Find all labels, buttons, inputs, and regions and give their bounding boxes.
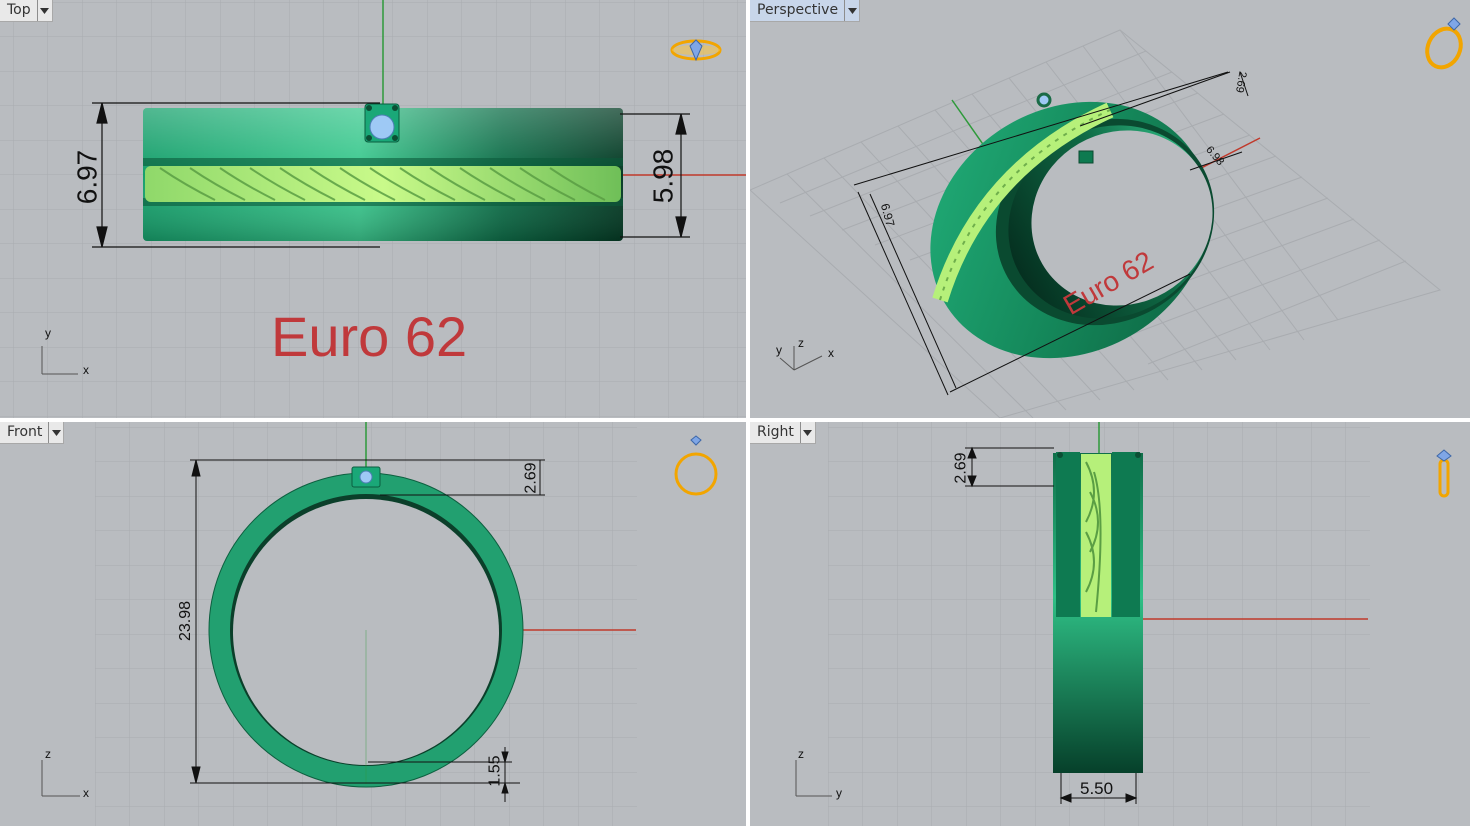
axis-label-z: z: [798, 747, 804, 761]
viewport-tab-perspective[interactable]: Perspective: [750, 0, 861, 22]
ring-top-view-icon[interactable]: [670, 39, 722, 62]
ring-top-silhouette: [143, 103, 623, 241]
axis-label-z: z: [798, 336, 804, 350]
axis-label-x: x: [83, 786, 89, 800]
viewport-right[interactable]: Right 2.69 5.50 z y: [750, 422, 1470, 826]
axis-label-x: x: [83, 363, 89, 377]
axis-label-y: y: [45, 326, 51, 340]
front-view-canvas[interactable]: [0, 422, 746, 826]
axis-label-y: y: [776, 343, 782, 357]
axis-label-z: z: [45, 747, 51, 761]
ring-perspective-icon[interactable]: [1421, 17, 1467, 73]
viewport-menu-icon[interactable]: [48, 422, 63, 443]
viewport-menu-icon[interactable]: [844, 0, 859, 21]
right-view-canvas[interactable]: [750, 422, 1470, 826]
axis-indicator: [795, 760, 832, 797]
dimension-label-top: 2.69: [522, 462, 540, 494]
dimension-label-height: 6.97: [71, 149, 103, 205]
axis-label-y: y: [836, 786, 842, 800]
axis-indicator: [41, 760, 80, 797]
viewport-front[interactable]: Front 23.98 2.69 1.55 z x: [0, 422, 746, 826]
engraving-text: Euro 62: [271, 305, 468, 368]
perspective-view-canvas[interactable]: [750, 0, 1470, 418]
dimension-label-diameter: 23.98: [177, 600, 195, 642]
ring-front-view-icon[interactable]: [674, 435, 718, 496]
viewport-title-front: Front: [7, 424, 43, 440]
dimension-label-width: 5.50: [1080, 779, 1114, 798]
ring-side-view-icon[interactable]: [1436, 449, 1452, 498]
viewport-menu-icon[interactable]: [799, 422, 815, 443]
viewport-menu-icon[interactable]: [36, 0, 52, 21]
viewport-title-right: Right: [757, 424, 794, 440]
viewport-tab-right[interactable]: Right: [750, 422, 816, 444]
viewport-tab-front[interactable]: Front: [0, 422, 65, 444]
dimension-label-bottom: 1.55: [486, 755, 504, 787]
viewport-top[interactable]: Top 6.97 5.98 Euro 62 y x: [0, 0, 746, 418]
viewport-tab-top[interactable]: Top: [0, 0, 53, 22]
dimension-label-inner: 5.98: [647, 148, 679, 204]
ring-perspective-model: [930, 92, 1215, 359]
viewport-title-top: Top: [7, 2, 31, 18]
ring-side-profile: [1053, 452, 1143, 773]
viewport-title-perspective: Perspective: [757, 2, 839, 18]
dimension-label-top: 2.69: [952, 452, 970, 484]
viewport-perspective[interactable]: Perspective 6.97 6.98 2.69 Euro 62 y z x: [750, 0, 1470, 418]
axis-label-x: x: [828, 346, 834, 360]
